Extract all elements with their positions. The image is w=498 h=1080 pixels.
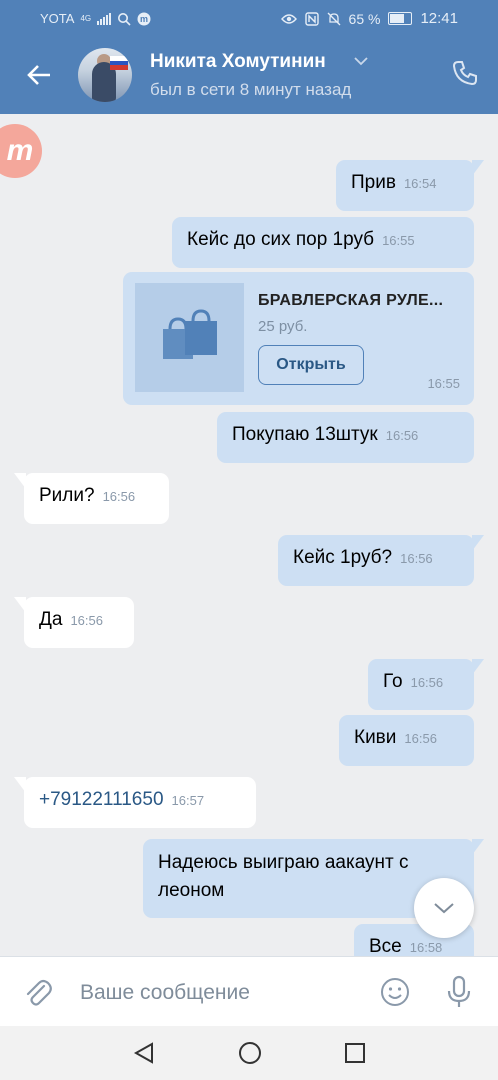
carrier-label: YOTA: [40, 11, 75, 26]
status-left: YOTA 4G m: [40, 11, 151, 26]
message-text: Покупаю 13штук: [232, 424, 378, 445]
product-title: БРАВЛЕРСКАЯ РУЛЕ...: [258, 292, 444, 309]
message-input[interactable]: Ваше сообщение: [80, 981, 250, 1005]
message-time: 16:56: [400, 551, 433, 566]
message-text: Кейс 1руб?: [293, 547, 393, 568]
app-notification-icon: m: [137, 12, 151, 25]
chat-header: Никита Хомутинин был в сети 8 минут наза…: [0, 38, 498, 114]
message-text: Да: [39, 609, 63, 630]
chevron-down-icon: [434, 903, 454, 914]
chevron-down-icon[interactable]: [354, 56, 368, 66]
nav-back-icon[interactable]: [132, 1041, 156, 1065]
message-text: Все: [369, 936, 402, 956]
message-time: 16:55: [427, 376, 460, 391]
search-icon: [118, 12, 131, 26]
flag-icon: [110, 56, 128, 70]
message-text: Кейс до сих пор 1руб: [187, 229, 375, 250]
product-card[interactable]: БРАВЛЕРСКАЯ РУЛЕ... 25 руб. Открыть 16:5…: [123, 272, 474, 405]
phone-icon[interactable]: [452, 60, 478, 86]
nav-home-icon[interactable]: [238, 1041, 262, 1065]
emoji-icon[interactable]: [380, 977, 410, 1007]
message-outgoing[interactable]: Киви 16:56: [339, 715, 474, 766]
back-arrow-icon[interactable]: [24, 60, 54, 90]
message-text: Прив: [351, 172, 396, 193]
microphone-icon[interactable]: [446, 975, 472, 1009]
network-label: 4G: [80, 14, 92, 23]
message-time: 16:56: [404, 731, 437, 746]
message-outgoing[interactable]: Го 16:56: [368, 659, 484, 710]
message-text: Рили?: [39, 485, 95, 506]
message-outgoing[interactable]: Покупаю 13штук 16:56: [217, 412, 474, 463]
floating-app-badge[interactable]: m: [0, 124, 42, 178]
message-time: 16:56: [385, 428, 419, 443]
message-incoming[interactable]: Да 16:56: [14, 597, 134, 648]
message-list[interactable]: m Прив 16:54 Кейс до сих пор 1руб 16:55 БР…: [0, 114, 498, 956]
message-time: 16:57: [171, 793, 205, 808]
battery-icon: [388, 12, 413, 25]
message-time: 16:56: [70, 613, 103, 628]
message-outgoing[interactable]: Прив 16:54: [336, 160, 484, 211]
status-right: 65 % 12:41: [280, 10, 458, 27]
nfc-icon: [304, 11, 319, 26]
message-text: Го: [383, 671, 403, 692]
shopping-bags-icon: [163, 309, 217, 359]
message-outgoing[interactable]: Кейс до сих пор 1руб 16:55: [172, 217, 474, 268]
nav-recent-icon[interactable]: [344, 1042, 366, 1064]
message-text: Киви: [354, 727, 397, 748]
status-bar: YOTA 4G m 65 % 12:41: [0, 0, 498, 38]
message-outgoing[interactable]: Кейс 1руб? 16:56: [278, 535, 484, 586]
message-incoming[interactable]: +79122111650 16:57: [14, 777, 256, 828]
message-time: 16:55: [382, 233, 415, 248]
last-seen-status: был в сети 8 минут назад: [150, 80, 352, 99]
message-time: 16:56: [410, 675, 444, 690]
system-navigation-bar: [0, 1026, 498, 1080]
message-incoming[interactable]: Рили? 16:56: [14, 473, 169, 524]
scroll-to-bottom-button[interactable]: [414, 878, 474, 938]
eye-icon: [280, 13, 297, 24]
phone-link[interactable]: +79122111650: [39, 789, 164, 810]
message-time: 16:56: [102, 489, 136, 504]
product-thumbnail: [135, 283, 244, 392]
message-text: Надеюсь выиграю аакаунт с леоном: [158, 852, 409, 901]
signal-icon: [97, 12, 112, 25]
message-time: 16:54: [403, 176, 437, 191]
message-composer: Ваше сообщение: [0, 956, 498, 1027]
product-price: 25 руб.: [258, 318, 308, 335]
contact-name[interactable]: Никита Хомутинин: [150, 51, 326, 73]
contact-avatar[interactable]: [78, 48, 132, 102]
status-time: 12:41: [420, 10, 458, 27]
message-time: 16:58: [409, 940, 443, 955]
paperclip-icon[interactable]: [22, 977, 54, 1009]
svg-text:m: m: [140, 14, 148, 24]
open-product-button[interactable]: Открыть: [258, 345, 364, 385]
mute-icon: [327, 12, 340, 25]
battery-percent: 65 %: [348, 10, 381, 27]
